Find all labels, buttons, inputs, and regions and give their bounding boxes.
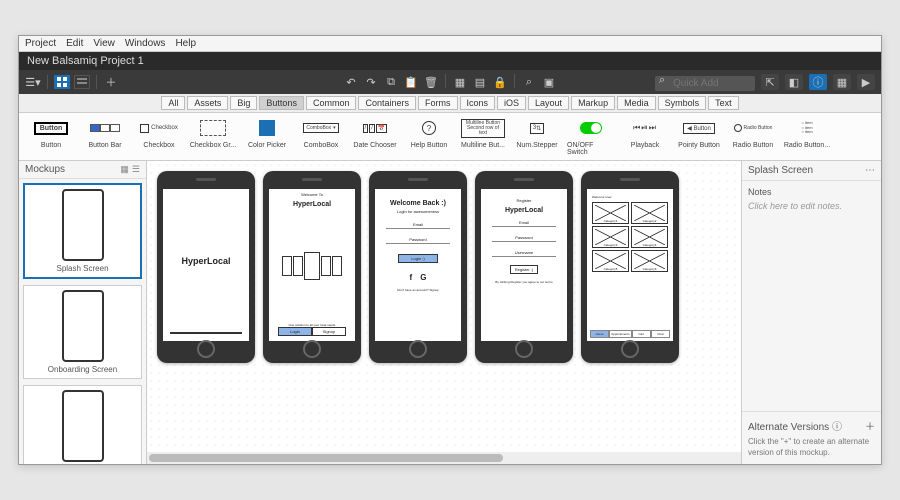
add-mockup-button[interactable]: ＋ bbox=[103, 74, 119, 90]
cat-containers[interactable]: Containers bbox=[358, 96, 416, 110]
info-icon[interactable]: ⓘ bbox=[809, 74, 827, 90]
markup-icon[interactable]: ▣ bbox=[541, 74, 557, 90]
cat-markup[interactable]: Markup bbox=[571, 96, 615, 110]
notes-label: Notes bbox=[748, 187, 875, 197]
cat-icons[interactable]: Icons bbox=[460, 96, 496, 110]
control-color-picker[interactable]: Color Picker bbox=[243, 117, 291, 156]
menu-windows[interactable]: Windows bbox=[125, 38, 166, 49]
cat-media[interactable]: Media bbox=[617, 96, 656, 110]
control-combobox[interactable]: ComboBoxComboBox bbox=[297, 117, 345, 156]
canvas[interactable]: HyperLocal Welcome To HyperLocal One sol… bbox=[147, 161, 741, 452]
cat-ios[interactable]: iOS bbox=[497, 96, 526, 110]
quick-add-input[interactable] bbox=[655, 76, 755, 91]
cat-layout[interactable]: Layout bbox=[528, 96, 569, 110]
control-help-button[interactable]: ?Help Button bbox=[405, 117, 453, 156]
view-list-button[interactable] bbox=[74, 75, 90, 89]
control-palette: ButtonButton Button Bar CheckboxCheckbox… bbox=[19, 113, 881, 161]
copy-icon[interactable]: ⧉ bbox=[383, 74, 399, 90]
right-panel: Splash Screen ⋯ Notes Click here to edit… bbox=[741, 161, 881, 464]
cat-common[interactable]: Common bbox=[306, 96, 357, 110]
control-radio-button[interactable]: Radio ButtonRadio Button bbox=[729, 117, 777, 156]
view-thumbnails-button[interactable] bbox=[54, 75, 70, 89]
control-playback[interactable]: ⏮⏯⏭Playback bbox=[621, 117, 669, 156]
cat-symbols[interactable]: Symbols bbox=[658, 96, 707, 110]
control-onoff-switch[interactable]: ON/OFF Switch bbox=[567, 117, 615, 156]
redo-icon[interactable]: ↷ bbox=[363, 74, 379, 90]
group-icon[interactable]: ▦ bbox=[452, 74, 468, 90]
cat-text[interactable]: Text bbox=[708, 96, 739, 110]
alt-help-icon[interactable]: ⓘ bbox=[832, 422, 842, 433]
phone-home[interactable]: Welcome User Category1Category2 Category… bbox=[581, 171, 679, 363]
control-button[interactable]: ButtonButton bbox=[27, 117, 75, 156]
cat-big[interactable]: Big bbox=[230, 96, 257, 110]
mockups-list-icon[interactable]: ☰ bbox=[132, 164, 140, 175]
thumb-onboarding-screen[interactable]: Onboarding Screen bbox=[23, 285, 142, 379]
project-title: New Balsamiq Project 1 bbox=[19, 52, 881, 70]
menu-icon[interactable]: ☰▾ bbox=[25, 74, 41, 90]
mockups-title: Mockups bbox=[25, 164, 65, 175]
alt-versions-label: Alternate Versions bbox=[748, 422, 829, 433]
workspace: Mockups ▦ ☰ Splash Screen Onboarding Scr… bbox=[19, 161, 881, 464]
menu-edit[interactable]: Edit bbox=[66, 38, 83, 49]
cat-buttons[interactable]: Buttons bbox=[259, 96, 304, 110]
mockups-grid-icon[interactable]: ▦ bbox=[120, 164, 129, 175]
control-pointy-button[interactable]: ◀ ButtonPointy Button bbox=[675, 117, 723, 156]
control-radio-button-group[interactable]: ○ item○ item○ itemRadio Button... bbox=[783, 117, 831, 156]
fullscreen-icon[interactable]: ▶ bbox=[857, 74, 875, 90]
thumb-splash-screen[interactable]: Splash Screen bbox=[23, 183, 142, 279]
phone-onboarding[interactable]: Welcome To HyperLocal One solution to al… bbox=[263, 171, 361, 363]
phone-register[interactable]: Register HyperLocal Email Password Usern… bbox=[475, 171, 573, 363]
import-icon[interactable]: ⇱ bbox=[761, 74, 779, 90]
control-checkbox-group[interactable]: Checkbox Gr... bbox=[189, 117, 237, 156]
horizontal-scrollbar[interactable] bbox=[147, 452, 741, 464]
paste-icon[interactable]: 📋 bbox=[403, 74, 419, 90]
add-alternate-button[interactable]: ＋ bbox=[865, 418, 875, 433]
panel-menu-icon[interactable]: ⋯ bbox=[865, 165, 875, 176]
control-button-bar[interactable]: Button Bar bbox=[81, 117, 129, 156]
control-num-stepper[interactable]: 3 ⇅Num.Stepper bbox=[513, 117, 561, 156]
menubar: Project Edit View Windows Help bbox=[19, 36, 881, 52]
selection-title: Splash Screen bbox=[748, 165, 813, 176]
phone-login[interactable]: Welcome Back :) Login for awesomeness Em… bbox=[369, 171, 467, 363]
menu-project[interactable]: Project bbox=[25, 38, 56, 49]
notes-area[interactable]: Click here to edit notes. bbox=[748, 201, 875, 211]
mockups-panel: Mockups ▦ ☰ Splash Screen Onboarding Scr… bbox=[19, 161, 147, 464]
control-multiline-button[interactable]: Multiline ButtonSecond row of textMultil… bbox=[459, 117, 507, 156]
thumb-login-screen[interactable]: Login Screen bbox=[23, 385, 142, 464]
lock-icon[interactable]: 🔒 bbox=[492, 74, 508, 90]
quick-add-wrap bbox=[655, 73, 755, 91]
settings-icon[interactable]: ▦ bbox=[833, 74, 851, 90]
zoom-icon[interactable]: ⌕ bbox=[521, 74, 537, 90]
cat-assets[interactable]: Assets bbox=[187, 96, 228, 110]
delete-icon[interactable]: 🗑 bbox=[423, 74, 439, 90]
app-window: Project Edit View Windows Help New Balsa… bbox=[18, 35, 882, 465]
ungroup-icon[interactable]: ▤ bbox=[472, 74, 488, 90]
toolbar: ☰▾ ＋ ↶ ↷ ⧉ 📋 🗑 ▦ ▤ 🔒 ⌕ ▣ ⇱ ◧ bbox=[19, 70, 881, 94]
menu-help[interactable]: Help bbox=[175, 38, 196, 49]
menu-view[interactable]: View bbox=[93, 38, 115, 49]
undo-icon[interactable]: ↶ bbox=[343, 74, 359, 90]
cat-all[interactable]: All bbox=[161, 96, 185, 110]
alt-versions-hint: Click the "+" to create an alternate ver… bbox=[748, 437, 875, 458]
cat-forms[interactable]: Forms bbox=[418, 96, 458, 110]
toggle-panel-icon[interactable]: ◧ bbox=[785, 74, 803, 90]
control-date-chooser[interactable]: //📅Date Chooser bbox=[351, 117, 399, 156]
phone-splash[interactable]: HyperLocal bbox=[157, 171, 255, 363]
category-bar: All Assets Big Buttons Common Containers… bbox=[19, 94, 881, 113]
control-checkbox[interactable]: CheckboxCheckbox bbox=[135, 117, 183, 156]
